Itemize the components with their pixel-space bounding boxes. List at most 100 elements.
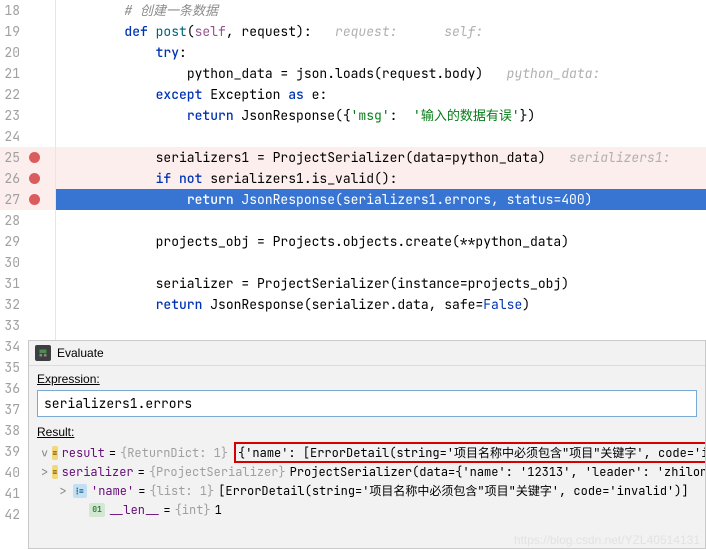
code-content[interactable]: return JsonResponse({'msg': '输入的数据有误'}) (56, 105, 706, 126)
breakpoint-icon[interactable] (29, 173, 40, 184)
code-line[interactable]: 32 return JsonResponse(serializer.data, … (0, 294, 706, 315)
code-line[interactable]: 22 except Exception as e: (0, 84, 706, 105)
breakpoint-gutter[interactable] (24, 0, 44, 21)
popup-title: Evaluate (57, 346, 104, 360)
chevron-right-icon[interactable]: > (57, 483, 69, 499)
fold-gutter (44, 168, 56, 189)
fold-gutter (44, 210, 56, 231)
code-content[interactable]: def post(self, request): request: self: (56, 21, 706, 42)
highlighted-value: {'name': [ErrorDetail(string='项目名称中必须包含"… (234, 442, 705, 463)
fold-gutter (44, 147, 56, 168)
code-content[interactable]: projects_obj = Projects.objects.create(*… (56, 231, 706, 252)
line-number: 32 (0, 294, 24, 315)
breakpoint-icon[interactable] (29, 194, 40, 205)
fold-gutter (44, 84, 56, 105)
chevron-right-icon[interactable]: > (41, 464, 48, 480)
line-number: 23 (0, 105, 24, 126)
line-number: 19 (0, 21, 24, 42)
code-content[interactable]: serializers1 = ProjectSerializer(data=py… (56, 147, 706, 168)
fold-gutter (44, 0, 56, 21)
chevron-down-icon[interactable]: ∨ (41, 445, 48, 461)
breakpoint-gutter[interactable] (24, 84, 44, 105)
code-line[interactable]: 31 serializer = ProjectSerializer(instan… (0, 273, 706, 294)
code-line[interactable]: 20 try: (0, 42, 706, 63)
fold-gutter (44, 252, 56, 273)
breakpoint-gutter[interactable] (24, 294, 44, 315)
code-content[interactable] (56, 126, 706, 147)
code-content[interactable]: # 创建一条数据 (56, 0, 706, 21)
fold-gutter (44, 294, 56, 315)
line-number: 33 (0, 315, 24, 336)
line-number: 38 (0, 420, 24, 441)
evaluate-popup: Evaluate Expression: Result: ∨≡result = … (28, 340, 706, 549)
code-line[interactable]: 24 (0, 126, 706, 147)
code-content[interactable]: except Exception as e: (56, 84, 706, 105)
breakpoint-gutter[interactable] (24, 273, 44, 294)
popup-header[interactable]: Evaluate (29, 341, 705, 366)
breakpoint-gutter[interactable] (24, 315, 44, 336)
code-line[interactable]: 33 (0, 315, 706, 336)
line-number: 35 (0, 357, 24, 378)
tree-row[interactable]: 01__len__ = {int} 1 (37, 500, 697, 519)
code-content[interactable]: return JsonResponse(serializers1.errors,… (56, 189, 706, 210)
code-line[interactable]: 26 if not serializers1.is_valid(): (0, 168, 706, 189)
code-content[interactable]: return JsonResponse(serializer.data, saf… (56, 294, 706, 315)
var-type: {ProjectSerializer} (149, 464, 286, 480)
breakpoint-gutter[interactable] (24, 63, 44, 84)
tree-row[interactable]: >≡serializer = {ProjectSerializer} Proje… (37, 462, 697, 481)
expression-input[interactable] (37, 390, 697, 417)
breakpoint-gutter[interactable] (24, 21, 44, 42)
var-name: serializer (62, 464, 134, 480)
code-content[interactable]: python_data = json.loads(request.body) p… (56, 63, 706, 84)
var-name: 'name' (91, 483, 134, 499)
tree-row[interactable]: >⁞≡'name' = {list: 1} [ErrorDetail(strin… (37, 481, 697, 500)
line-number: 24 (0, 126, 24, 147)
code-line[interactable]: 29 projects_obj = Projects.objects.creat… (0, 231, 706, 252)
breakpoint-gutter[interactable] (24, 210, 44, 231)
breakpoint-gutter[interactable] (24, 252, 44, 273)
code-line[interactable]: 28 (0, 210, 706, 231)
line-number: 27 (0, 189, 24, 210)
type-icon: ≡ (52, 465, 57, 479)
breakpoint-icon[interactable] (29, 152, 40, 163)
line-number: 36 (0, 378, 24, 399)
line-number: 31 (0, 273, 24, 294)
breakpoint-gutter[interactable] (24, 189, 44, 210)
line-number: 40 (0, 462, 24, 483)
type-icon: ⁞≡ (73, 484, 87, 498)
tree-row[interactable]: ∨≡result = {ReturnDict: 1} {'name': [Err… (37, 443, 697, 462)
code-line[interactable]: 18 # 创建一条数据 (0, 0, 706, 21)
result-label: Result: (37, 425, 697, 439)
line-number: 21 (0, 63, 24, 84)
code-content[interactable]: try: (56, 42, 706, 63)
line-number: 22 (0, 84, 24, 105)
line-number: 18 (0, 0, 24, 21)
code-content[interactable]: serializer = ProjectSerializer(instance=… (56, 273, 706, 294)
code-line[interactable]: 30 (0, 252, 706, 273)
code-content[interactable] (56, 252, 706, 273)
type-icon: 01 (89, 503, 105, 517)
breakpoint-gutter[interactable] (24, 147, 44, 168)
fold-gutter (44, 189, 56, 210)
fold-gutter (44, 231, 56, 252)
var-name: __len__ (109, 502, 159, 518)
breakpoint-gutter[interactable] (24, 168, 44, 189)
line-number: 37 (0, 399, 24, 420)
code-line[interactable]: 25 serializers1 = ProjectSerializer(data… (0, 147, 706, 168)
code-content[interactable] (56, 210, 706, 231)
var-type: {int} (175, 502, 211, 518)
code-line[interactable]: 27 return JsonResponse(serializers1.erro… (0, 189, 706, 210)
var-type: {ReturnDict: 1} (120, 445, 228, 461)
fold-gutter (44, 126, 56, 147)
code-line[interactable]: 21 python_data = json.loads(request.body… (0, 63, 706, 84)
result-tree[interactable]: ∨≡result = {ReturnDict: 1} {'name': [Err… (37, 443, 697, 519)
breakpoint-gutter[interactable] (24, 105, 44, 126)
code-line[interactable]: 19 def post(self, request): request: sel… (0, 21, 706, 42)
line-number: 41 (0, 483, 24, 504)
code-content[interactable]: if not serializers1.is_valid(): (56, 168, 706, 189)
breakpoint-gutter[interactable] (24, 126, 44, 147)
breakpoint-gutter[interactable] (24, 231, 44, 252)
code-line[interactable]: 23 return JsonResponse({'msg': '输入的数据有误'… (0, 105, 706, 126)
fold-gutter (44, 105, 56, 126)
breakpoint-gutter[interactable] (24, 42, 44, 63)
